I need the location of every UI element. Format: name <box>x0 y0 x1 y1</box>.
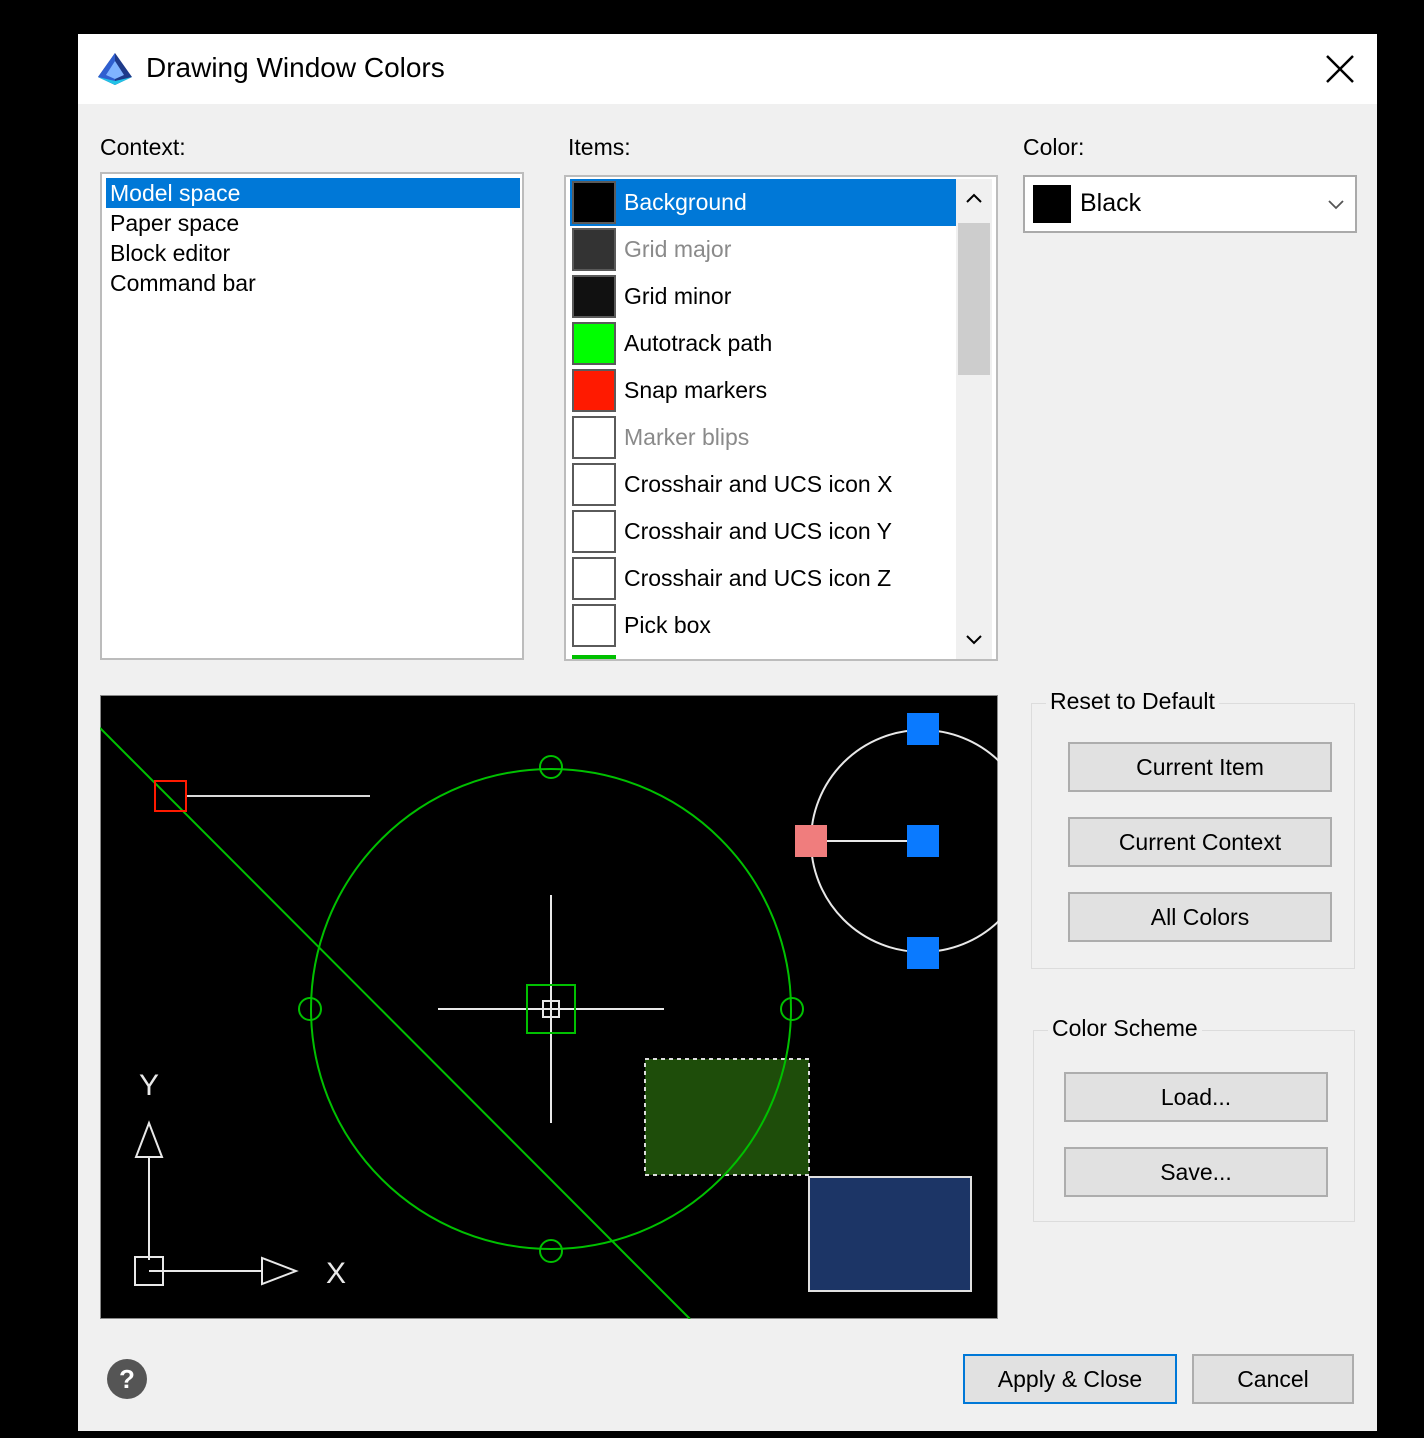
color-value: Black <box>1080 189 1142 217</box>
grip-top <box>907 713 939 745</box>
grip-hot <box>795 825 827 857</box>
cancel-button[interactable]: Cancel <box>1192 1354 1354 1404</box>
color-dropdown[interactable]: Black <box>1023 175 1357 233</box>
current-item-button[interactable]: Current Item <box>1068 742 1332 792</box>
item-color-swatch <box>572 557 616 600</box>
item-row[interactable]: Autotrack path <box>570 320 956 367</box>
item-label: Pick box <box>624 612 711 638</box>
item-label: Crosshair and UCS icon Z <box>624 565 892 591</box>
save-scheme-button[interactable]: Save... <box>1064 1147 1328 1197</box>
context-label: Context: <box>100 134 186 160</box>
grip-bottom <box>907 937 939 969</box>
current-context-button[interactable]: Current Context <box>1068 817 1332 867</box>
context-item-block-editor[interactable]: Block editor <box>106 238 230 268</box>
item-color-swatch <box>572 275 616 318</box>
item-color-swatch <box>572 416 616 459</box>
svg-text:?: ? <box>119 1364 135 1394</box>
item-label: Grid minor <box>624 283 732 309</box>
window-title: Drawing Window Colors <box>146 52 445 83</box>
item-row[interactable]: Grid minor <box>570 273 956 320</box>
title-bar: Drawing Window Colors <box>78 34 1377 104</box>
app-logo-icon <box>98 53 132 85</box>
item-color-swatch <box>572 181 616 224</box>
window-selection-rect <box>808 1176 972 1292</box>
item-color-swatch <box>572 604 616 647</box>
items-label: Items: <box>568 134 631 160</box>
item-color-swatch <box>572 322 616 365</box>
reset-to-default-group: Reset to Default Current Item Current Co… <box>1031 688 1355 969</box>
item-label: Autotrack path <box>624 330 773 356</box>
scroll-up-arrow-icon[interactable] <box>962 187 986 211</box>
item-row[interactable]: Crosshair and UCS icon Y <box>570 508 956 555</box>
item-label: Crosshair and UCS icon Y <box>624 518 893 544</box>
drawing-window-colors-dialog: Drawing Window Colors Context: Items: Co… <box>78 34 1377 1431</box>
item-row[interactable]: Background <box>570 179 956 226</box>
item-row[interactable]: Crosshair and UCS icon X <box>570 461 956 508</box>
item-label: Marker blips <box>624 424 750 450</box>
color-label: Color: <box>1023 134 1085 160</box>
color-scheme-group: Color Scheme Load... Save... <box>1033 1015 1355 1222</box>
apply-close-button[interactable]: Apply & Close <box>963 1354 1177 1404</box>
drawing-preview: Y X <box>100 695 998 1319</box>
help-icon[interactable]: ? <box>106 1358 148 1400</box>
close-icon[interactable] <box>1315 44 1365 94</box>
item-row[interactable]: Crosshair and UCS icon Z <box>570 555 956 602</box>
item-color-swatch <box>572 369 616 412</box>
items-listbox[interactable]: Background Grid major Grid minor Autotrack … <box>564 175 998 661</box>
next-item-swatch-peek <box>572 655 616 659</box>
load-scheme-button[interactable]: Load... <box>1064 1072 1328 1122</box>
item-color-swatch <box>572 463 616 506</box>
color-swatch <box>1033 185 1071 223</box>
items-scrollbar[interactable] <box>956 179 992 659</box>
item-label: Grid major <box>624 236 732 262</box>
item-row[interactable]: Snap markers <box>570 367 956 414</box>
item-color-swatch <box>572 510 616 553</box>
scroll-thumb[interactable] <box>958 223 990 375</box>
context-listbox[interactable]: Model space Paper space Block editor Com… <box>100 172 524 660</box>
scheme-group-title: Color Scheme <box>1048 1015 1202 1042</box>
item-row[interactable]: Pick box <box>570 602 956 649</box>
reset-group-title: Reset to Default <box>1046 688 1219 715</box>
all-colors-button[interactable]: All Colors <box>1068 892 1332 942</box>
scroll-down-arrow-icon[interactable] <box>962 627 986 651</box>
item-row[interactable]: Marker blips <box>570 414 956 461</box>
context-item-model-space[interactable]: Model space <box>106 178 520 208</box>
chevron-down-icon <box>1328 200 1344 210</box>
item-row[interactable]: Grid major <box>570 226 956 273</box>
ucs-y-label: Y <box>139 1069 159 1102</box>
context-item-paper-space[interactable]: Paper space <box>106 208 239 238</box>
grip-center <box>907 825 939 857</box>
item-color-swatch <box>572 228 616 271</box>
ucs-x-label: X <box>326 1257 346 1290</box>
item-label: Crosshair and UCS icon X <box>624 471 893 497</box>
item-label: Snap markers <box>624 377 768 403</box>
context-item-command-bar[interactable]: Command bar <box>106 268 256 298</box>
item-label: Background <box>624 189 747 215</box>
selection-preview-rect <box>644 1058 810 1176</box>
